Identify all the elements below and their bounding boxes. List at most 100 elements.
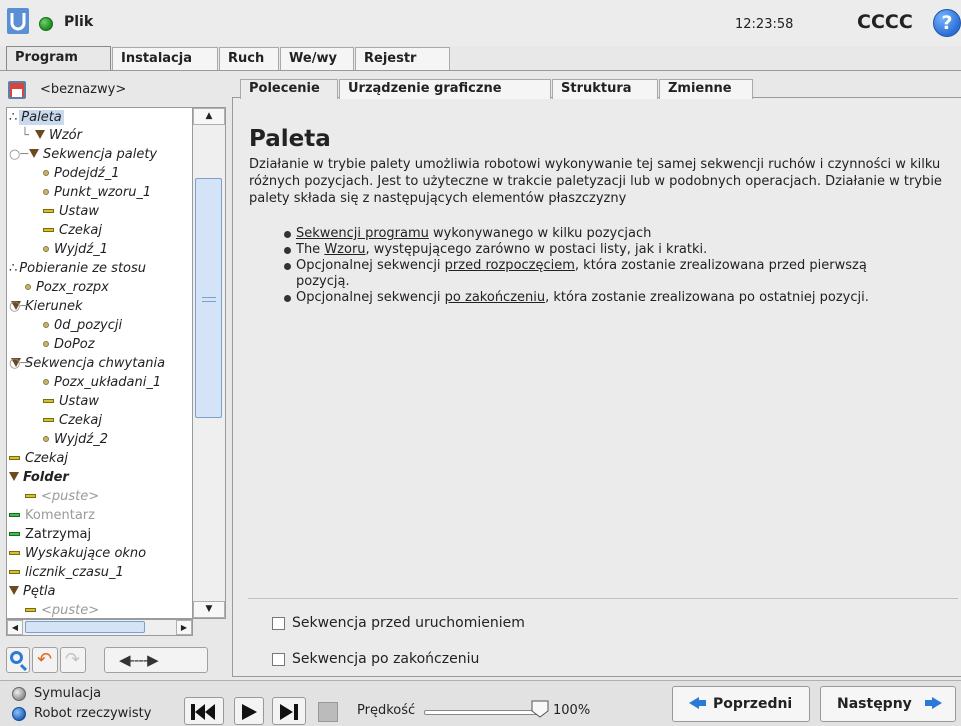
comment-icon — [9, 513, 20, 517]
tree-item-to-pos[interactable]: DoPoz — [43, 335, 95, 354]
tree-item-set-2[interactable]: Ustaw — [43, 392, 99, 411]
before-start-checkbox[interactable] — [272, 617, 285, 630]
action-icon — [25, 494, 36, 498]
redo-icon: ↷ — [65, 649, 81, 670]
tab-log[interactable]: Rejestr — [355, 47, 450, 71]
tree-item-stack-pos-1[interactable]: Pozx_układani_1 — [43, 373, 161, 392]
tab-io[interactable]: We/wy — [280, 47, 354, 71]
tree-item-direction[interactable]: ○─ Kierunek — [9, 297, 82, 316]
tab-structure[interactable]: Struktura — [552, 79, 658, 99]
tree-item-comment[interactable]: Komentarz — [9, 506, 95, 525]
scroll-thumb[interactable] — [195, 178, 222, 418]
tree-item-set[interactable]: Ustaw — [43, 202, 99, 221]
scroll-left-icon[interactable]: ◀ — [7, 620, 23, 635]
after-end-checkbox[interactable] — [272, 653, 285, 666]
tree-vertical-scrollbar[interactable]: ▲ ▼ — [193, 107, 226, 619]
speed-label: Prędkość — [357, 703, 416, 718]
tree-item-destack[interactable]: Pobieranie ze stosu — [9, 259, 146, 278]
action-icon — [43, 399, 54, 403]
scroll-up-icon[interactable]: ▲ — [193, 108, 225, 125]
tab-command[interactable]: Polecenie — [240, 79, 338, 99]
tree-item-empty[interactable]: <puste> — [25, 487, 99, 506]
tree-item-wait[interactable]: Czekaj — [43, 221, 102, 240]
search-button[interactable] — [6, 647, 30, 673]
command-description: Działanie w trybie palety umożliwia robo… — [249, 157, 942, 206]
tab-variables[interactable]: Zmienne — [659, 79, 753, 99]
tree-item-exit-1[interactable]: Wyjdź_1 — [43, 240, 108, 259]
waypoint-icon — [43, 436, 49, 442]
tree-item-halt[interactable]: Zatrzymaj — [9, 525, 91, 544]
help-icon[interactable]: ? — [933, 9, 961, 37]
tree-item-pallet[interactable]: Paleta — [9, 108, 64, 127]
options-box: Sekwencja przed uruchomieniem Sekwencja … — [248, 598, 958, 676]
real-robot-radio[interactable] — [12, 707, 26, 721]
tree-item-wait-3[interactable]: Czekaj — [9, 449, 68, 468]
action-icon — [9, 456, 20, 460]
scroll-down-icon[interactable]: ▼ — [193, 601, 225, 618]
move-node-button[interactable]: ◀----▶ — [104, 647, 208, 673]
link-after-end[interactable]: po zakończeniu — [445, 290, 545, 305]
app-title[interactable]: Plik — [64, 14, 93, 30]
speed-slider-handle[interactable] — [531, 700, 549, 718]
waypoint-icon — [43, 170, 49, 176]
link-program-sequence[interactable]: Sekwencji programu — [296, 226, 429, 241]
tab-installation[interactable]: Instalacja — [112, 47, 218, 71]
stop-button[interactable] — [318, 702, 338, 722]
tree-item-exit-2[interactable]: Wyjdź_2 — [43, 430, 108, 449]
search-icon — [10, 651, 23, 664]
ur-logo-icon — [7, 8, 29, 34]
redo-button[interactable]: ↷ — [60, 647, 86, 673]
link-before-start[interactable]: przed rozpoczęciem — [445, 258, 575, 273]
folder-icon — [9, 586, 19, 595]
tree-toolbar: ↶ ↷ ◀----▶ — [6, 647, 226, 673]
robot-name: CCCC — [857, 11, 913, 33]
move-arrows-icon: ◀----▶ — [119, 651, 159, 669]
footer-bar: Symulacja Robot rzeczywisty Prędkość 100… — [0, 680, 961, 726]
tree-item-grip-sequence[interactable]: ○─ Sekwencja chwytania — [9, 354, 165, 373]
real-robot-label: Robot rzeczywisty — [34, 706, 152, 721]
next-button[interactable]: Następny — [820, 686, 956, 722]
speed-slider[interactable] — [424, 710, 540, 715]
tab-move[interactable]: Ruch — [219, 47, 279, 71]
tree-item-pattern-point-1[interactable]: Punkt_wzoru_1 — [43, 183, 151, 202]
tree-item-wait-2[interactable]: Czekaj — [43, 411, 102, 430]
tab-graphics[interactable]: Urządzenie graficzne — [339, 79, 551, 99]
folder-icon — [35, 130, 45, 139]
command-feature-list: Sekwencji programu wykonywanego w kilku … — [282, 226, 922, 306]
list-item: Opcjonalnej sekwencji przed rozpoczęciem… — [282, 258, 922, 290]
rewind-button[interactable] — [184, 697, 224, 725]
tree-item-loop[interactable]: Pętla — [9, 582, 56, 601]
waypoint-icon — [43, 246, 49, 252]
tree-item-approach-1[interactable]: Podejdź_1 — [43, 164, 120, 183]
tree-item-empty-2[interactable]: <puste> — [25, 601, 99, 618]
step-button[interactable] — [272, 697, 306, 725]
simulation-radio[interactable] — [12, 687, 26, 701]
step-icon — [280, 704, 298, 720]
program-tree[interactable]: Paleta └Wzór ○─Sekwencja palety Podejdź_… — [6, 107, 193, 619]
waypoint-icon — [25, 284, 31, 290]
tab-program[interactable]: Program — [6, 46, 111, 71]
tree-item-popup[interactable]: Wyskakujące okno — [9, 544, 146, 563]
tree-item-pallet-sequence[interactable]: ○─ Sekwencja palety — [9, 145, 157, 164]
action-icon — [43, 228, 54, 232]
tree-horizontal-scrollbar[interactable]: ◀ ▶ — [6, 619, 193, 636]
title-bar: Plik 12:23:58 CCCC ? — [0, 0, 961, 46]
scroll-thumb-horizontal[interactable] — [25, 621, 145, 633]
tree-item-folder[interactable]: Folder — [9, 468, 69, 487]
link-pattern[interactable]: Wzoru — [324, 242, 365, 257]
tree-item-timer-1[interactable]: licznik_czasu_1 — [9, 563, 124, 582]
clock: 12:23:58 — [735, 17, 794, 32]
play-button[interactable] — [234, 697, 264, 725]
waypoint-icon — [43, 322, 49, 328]
save-icon[interactable] — [8, 81, 26, 99]
file-bar: <beznazwy> — [6, 79, 226, 101]
speed-value: 100% — [553, 703, 591, 718]
program-tree-panel: <beznazwy> Paleta └Wzór ○─Sekwencja pale… — [0, 71, 228, 677]
undo-button[interactable]: ↶ — [32, 647, 58, 673]
previous-button[interactable]: Poprzedni — [672, 686, 810, 722]
tree-item-pattern[interactable]: └ Wzór — [21, 126, 82, 145]
scroll-right-icon[interactable]: ▶ — [176, 620, 192, 635]
tree-item-start-pos[interactable]: Pozx_rozpx — [25, 278, 109, 297]
tree-item-from-pos[interactable]: 0d_pozycji — [43, 316, 122, 335]
halt-icon — [9, 532, 20, 536]
